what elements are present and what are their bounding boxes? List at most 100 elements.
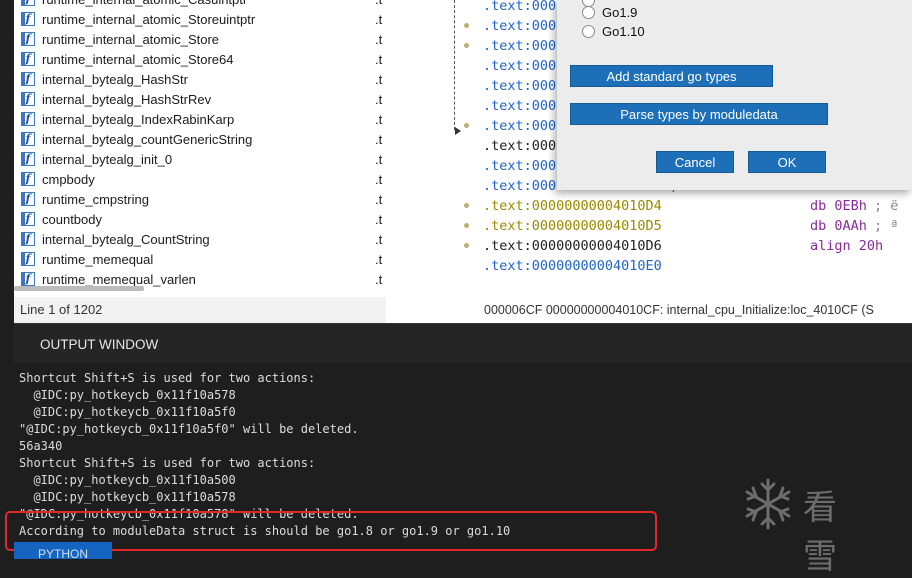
breakpoint-dot-icon — [464, 23, 469, 28]
left-margin — [0, 0, 14, 559]
function-icon: f — [21, 112, 35, 126]
output-line: @IDC:py_hotkeycb_0x11f10a578 — [19, 490, 236, 504]
function-icon: f — [21, 52, 35, 66]
disasm-line[interactable]: .text:00000000004010D6 align 20h — [386, 236, 912, 256]
disasm-address: .text:000 — [483, 118, 557, 134]
disasm-address: .text:00000000004010D5 — [483, 218, 662, 234]
functions-list[interactable]: f runtime_internal_atomic_Casuintptr .t … — [14, 0, 386, 297]
disasm-address: .text:00000000004010E0 — [483, 258, 662, 274]
disasm-address: .text:00000000004010D6 — [483, 238, 662, 254]
function-name: internal_bytealg_init_0 — [42, 152, 173, 167]
disasm-address: .text:000 — [483, 38, 557, 54]
function-row[interactable]: f runtime_memequal .t — [14, 250, 386, 270]
output-line: @IDC:py_hotkeycb_0x11f10a500 — [19, 473, 236, 487]
radio-label: Go1.9 — [602, 5, 638, 20]
function-icon: f — [21, 172, 35, 186]
function-icon: f — [21, 152, 35, 166]
disasm-address: .text:000 — [483, 138, 557, 154]
breakpoint-dot-icon — [464, 223, 469, 228]
function-row[interactable]: f internal_bytealg_HashStrRev .t — [14, 90, 386, 110]
python-tab[interactable]: PYTHON — [14, 542, 112, 559]
go-parser-dialog: Go1.9 Go1.10 Add standard go types Parse… — [557, 0, 912, 190]
output-line: @IDC:py_hotkeycb_0x11f10a5f0 — [19, 405, 236, 419]
function-row[interactable]: f internal_bytealg_IndexRabinKarp .t — [14, 110, 386, 130]
parse-types-by-moduledata-button[interactable]: Parse types by moduledata — [570, 103, 828, 125]
add-standard-go-types-button[interactable]: Add standard go types — [570, 65, 773, 87]
radio-button[interactable] — [582, 25, 595, 38]
disasm-address: .text:000 — [483, 58, 557, 74]
function-name: cmpbody — [42, 172, 95, 187]
function-row[interactable]: f runtime_internal_atomic_Storeuintptr .… — [14, 10, 386, 30]
function-icon: f — [21, 252, 35, 266]
function-name: internal_bytealg_HashStr — [42, 72, 188, 87]
breakpoint-dot-icon — [464, 43, 469, 48]
watermark: 看雪 — [740, 476, 837, 576]
function-icon: f — [21, 192, 35, 206]
disasm-comment: ; ª — [874, 218, 899, 234]
radio-label: Go1.10 — [602, 24, 645, 39]
function-segment: .t — [375, 0, 382, 10]
function-row[interactable]: f runtime_internal_atomic_Store .t — [14, 30, 386, 50]
output-line: "@IDC:py_hotkeycb_0x11f10a5f0" will be d… — [19, 422, 359, 436]
function-row[interactable]: f internal_bytealg_CountString .t — [14, 230, 386, 250]
disasm-address: .text:000 — [483, 98, 557, 114]
function-segment: .t — [375, 252, 383, 267]
cancel-button[interactable]: Cancel — [656, 151, 734, 173]
disasm-mnemonic: align 20h — [810, 238, 884, 254]
function-icon: f — [21, 12, 35, 26]
disasm-line[interactable]: .text:00000000004010D4 db 0EBh ; ë — [386, 196, 912, 216]
output-window-title: OUTPUT WINDOW — [40, 337, 159, 352]
function-row[interactable]: f runtime_internal_atomic_Casuintptr .t — [14, 0, 386, 10]
disasm-line[interactable]: .text:00000000004010E0 — [386, 256, 912, 276]
disasm-mnemonic: db 0EBh — [810, 198, 867, 214]
function-name: runtime_cmpstring — [42, 192, 149, 207]
function-name: runtime_internal_atomic_Store64 — [42, 52, 234, 67]
function-segment: .t — [375, 12, 383, 27]
function-segment: .t — [375, 232, 383, 247]
breakpoint-dot-icon — [464, 203, 469, 208]
function-segment: .t — [375, 212, 383, 227]
function-row[interactable]: f countbody .t — [14, 210, 386, 230]
function-segment: .t — [375, 52, 383, 67]
function-segment: .t — [375, 272, 383, 287]
output-line: 56a340 — [19, 439, 63, 453]
function-name: internal_bytealg_CountString — [42, 232, 210, 247]
function-icon: f — [21, 72, 35, 86]
horizontal-scrollbar[interactable] — [14, 286, 144, 291]
function-name: runtime_internal_atomic_Store — [42, 32, 220, 47]
function-segment: .t — [375, 112, 383, 127]
breakpoint-dot-icon — [464, 243, 469, 248]
function-icon: f — [21, 272, 35, 286]
disasm-address: .text:000 — [483, 0, 557, 14]
function-segment: .t — [375, 172, 383, 187]
disasm-line[interactable]: .text:00000000004010D5 db 0AAh ; ª — [386, 216, 912, 236]
function-name: internal_bytealg_HashStrRev — [42, 92, 212, 107]
function-icon: f — [21, 92, 35, 106]
function-name: runtime_internal_atomic_Casuintptr — [42, 0, 247, 10]
functions-status-bar: Line 1 of 1202 — [14, 297, 386, 323]
breakpoint-dot-icon — [464, 123, 469, 128]
function-icon: f — [21, 212, 35, 226]
function-row[interactable]: f runtime_cmpstring .t — [14, 190, 386, 210]
snowflake-icon — [745, 478, 791, 530]
watermark-text: 看雪 — [803, 489, 839, 576]
function-icon: f — [21, 232, 35, 246]
function-row[interactable]: f runtime_internal_atomic_Store64 .t — [14, 50, 386, 70]
disasm-address: .text:00000000004010D4 — [483, 198, 662, 214]
disasm-address: .text:000 — [483, 158, 557, 174]
function-icon: f — [21, 0, 35, 6]
output-line: Shortcut Shift+S is used for two actions… — [19, 371, 316, 385]
output-window-header: OUTPUT WINDOW — [14, 323, 912, 364]
function-segment: .t — [375, 132, 383, 147]
function-row[interactable]: f cmpbody .t — [14, 170, 386, 190]
function-row[interactable]: f internal_bytealg_init_0 .t — [14, 150, 386, 170]
disasm-comment: ; ë — [874, 198, 899, 214]
disasm-mnemonic: db 0AAh — [810, 218, 867, 234]
radio-button[interactable] — [582, 6, 595, 19]
function-row[interactable]: f internal_bytealg_HashStr .t — [14, 70, 386, 90]
function-name: internal_bytealg_IndexRabinKarp — [42, 112, 235, 127]
ok-button[interactable]: OK — [748, 151, 826, 173]
function-segment: .t — [375, 152, 383, 167]
function-name: runtime_internal_atomic_Storeuintptr — [42, 12, 256, 27]
function-row[interactable]: f internal_bytealg_countGenericString .t — [14, 130, 386, 150]
